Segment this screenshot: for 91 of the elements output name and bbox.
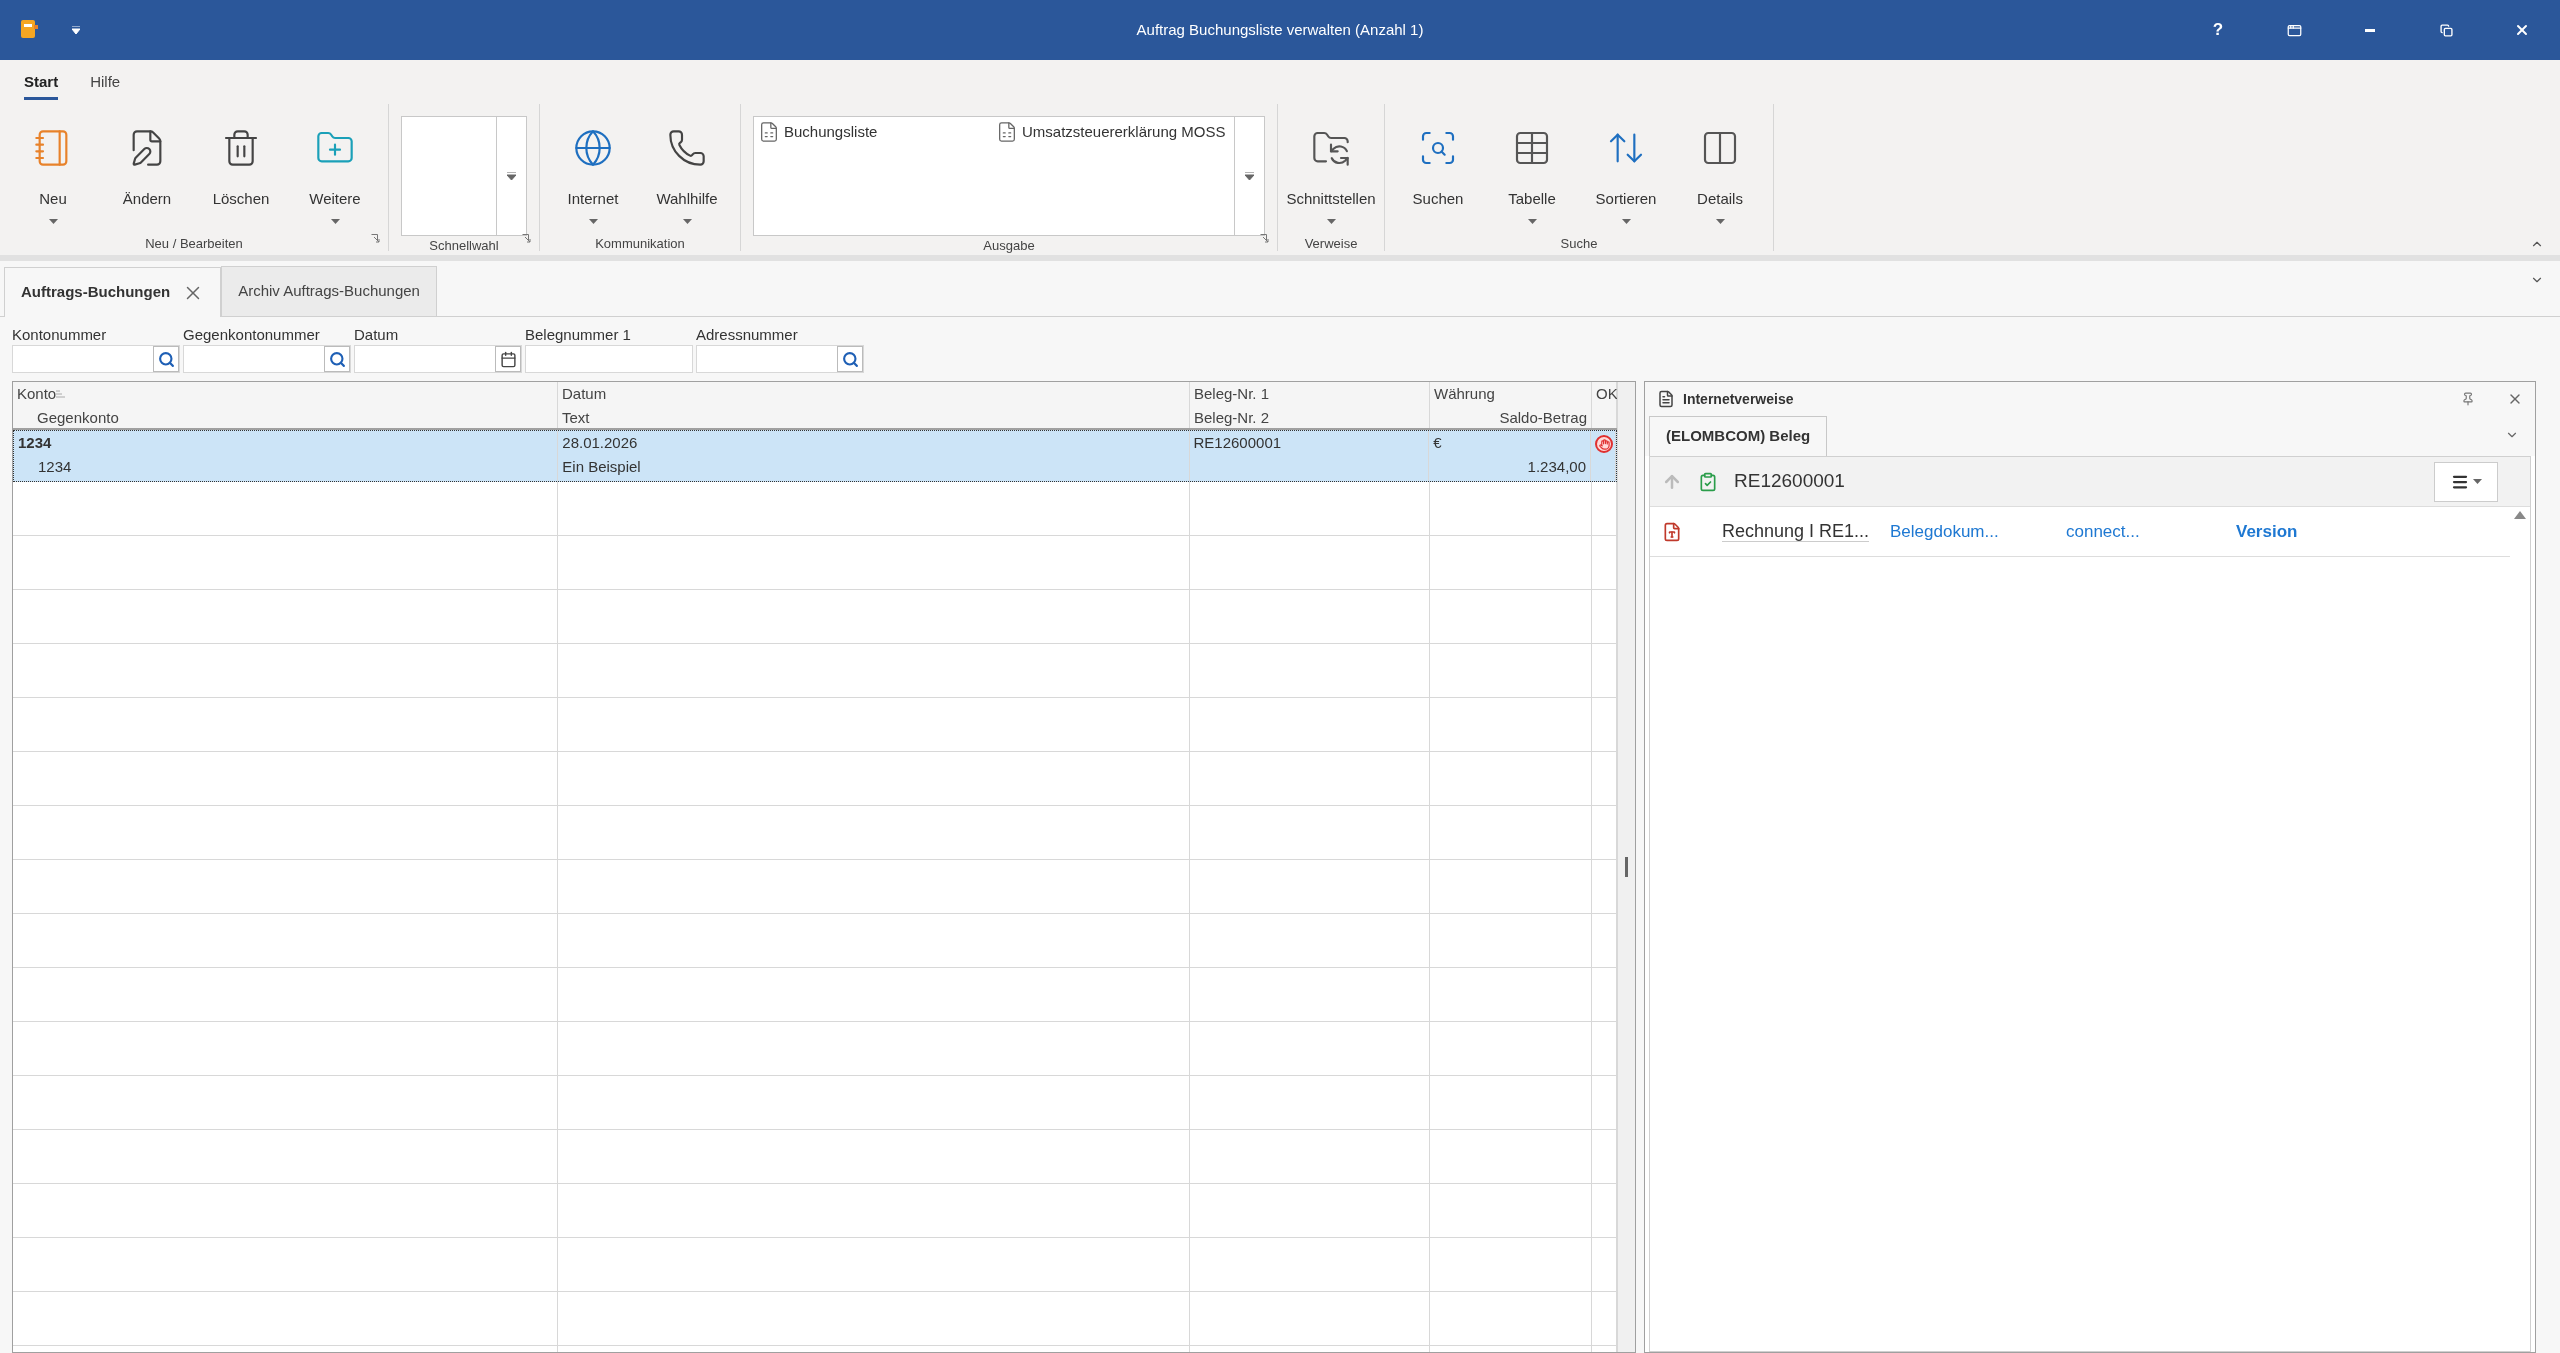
link[interactable]: Belegdokum... <box>1890 521 1999 541</box>
quick-access-caret-icon[interactable] <box>72 26 80 34</box>
filter-field[interactable] <box>525 345 693 373</box>
caret-icon <box>1527 218 1537 224</box>
globe-icon <box>573 128 613 168</box>
record-number: RE12600001 <box>1734 469 1845 494</box>
panel-tab[interactable]: (ELOMBCOM) Beleg <box>1649 416 1828 456</box>
ribbon-button[interactable]: Wahlhilfe <box>646 116 728 234</box>
splitter-handle[interactable] <box>1625 857 1628 877</box>
dialog-launcher-icon[interactable] <box>1260 234 1269 243</box>
search-icon[interactable] <box>841 350 859 368</box>
search-icon[interactable] <box>328 350 346 368</box>
document-title: Rechnung I RE1... <box>1722 521 1870 542</box>
filter-label: Adressnummer <box>696 325 799 345</box>
table-cell-text: € <box>1433 433 1443 453</box>
column-header[interactable]: Beleg-Nr. 1 <box>1194 382 1270 406</box>
ribbon-button[interactable]: Weitere <box>294 116 376 234</box>
filter-label: Datum <box>354 325 400 345</box>
ribbon-button[interactable]: Neu <box>12 116 94 234</box>
group-label: Ausgabe <box>983 237 1035 255</box>
ribbon-tab[interactable]: Hilfe <box>90 70 121 100</box>
table-cell-text: Ein Beispiel <box>562 457 642 477</box>
column-header[interactable]: Saldo-Betrag <box>1499 406 1587 430</box>
caret-icon <box>48 218 58 224</box>
column-header[interactable]: Text <box>562 406 1185 430</box>
table-cell-text: 28.01.2026 <box>562 433 639 453</box>
minimize-icon <box>2365 28 2375 32</box>
ribbon-button[interactable]: Details <box>1679 116 1761 234</box>
gallery-item[interactable]: Umsatzsteuererklärung MOSS <box>996 121 1226 144</box>
scroll-down-icon[interactable] <box>1245 172 1254 180</box>
filter-field[interactable] <box>183 345 351 373</box>
scroll-down-icon[interactable] <box>507 172 516 180</box>
column-header[interactable]: Währung <box>1434 382 1495 406</box>
ribbon-button[interactable]: Löschen <box>200 116 282 234</box>
filter-field[interactable] <box>696 345 864 373</box>
table-cell-text: 1234 <box>18 433 53 453</box>
help-button[interactable]: ? <box>2180 0 2256 60</box>
restore-icon <box>2439 23 2453 37</box>
panel-title: Internetverweise <box>1683 389 1794 409</box>
group-label: Schnellwahl <box>429 237 499 255</box>
table-row[interactable]: 1234 1234 28.01.2026 Ein Beispiel RE12600001 € 1.234,00 <box>13 430 1617 482</box>
spreadsheet-document-icon <box>758 121 780 143</box>
link[interactable]: Version <box>2236 521 2298 541</box>
close-icon <box>2514 22 2530 38</box>
group-label: Neu / Bearbeiten <box>145 235 243 253</box>
ribbon-button[interactable]: Ändern <box>106 116 188 234</box>
phone-icon <box>667 128 707 168</box>
pin-icon[interactable] <box>2461 392 2475 406</box>
caret-icon <box>1326 218 1336 224</box>
clipboard-check-icon[interactable] <box>1698 471 1718 492</box>
stop-hand-icon <box>1595 435 1613 453</box>
filter-field[interactable] <box>354 345 522 373</box>
group-label: Verweise <box>1304 235 1358 253</box>
column-header[interactable]: Gegenkonto <box>17 406 553 430</box>
caret-icon <box>330 218 340 224</box>
ribbon-button[interactable]: Suchen <box>1397 116 1479 234</box>
dialog-launcher-icon[interactable] <box>522 234 531 243</box>
column-header[interactable]: Konto <box>17 382 57 406</box>
app-icon[interactable] <box>20 19 40 41</box>
table-cell-text: RE12600001 <box>1193 433 1283 453</box>
dialog-launcher-icon[interactable] <box>371 234 380 243</box>
column-header[interactable]: Datum <box>562 382 607 406</box>
link[interactable]: connect... <box>2066 521 2140 541</box>
filter-field[interactable] <box>12 345 180 373</box>
table-cell-text: 1.234,00 <box>1527 457 1586 477</box>
caret-icon <box>682 218 692 224</box>
search-icon[interactable] <box>157 350 175 368</box>
table-cell-text: 1234 <box>37 457 73 477</box>
calendar-icon[interactable] <box>499 350 517 368</box>
ribbon-button[interactable]: Internet <box>552 116 634 234</box>
document-tab[interactable]: Archiv Auftrags-Buchungen <box>221 266 437 316</box>
column-header[interactable]: Beleg-Nr. 2 <box>1194 406 1425 430</box>
filter-label: Gegenkontonummer <box>183 325 321 345</box>
caret-icon <box>2472 479 2482 484</box>
ribbon-tab[interactable]: Start <box>24 70 59 100</box>
filter-label: Belegnummer 1 <box>525 325 632 345</box>
document-tab[interactable]: Auftrags-Buchungen <box>4 267 222 317</box>
column-header[interactable]: OK <box>1596 382 1617 406</box>
ribbon-button[interactable]: Tabelle <box>1491 116 1573 234</box>
menu-button[interactable] <box>2434 461 2498 502</box>
ribbon-button[interactable]: Sortieren <box>1585 116 1667 234</box>
spreadsheet-document-icon <box>996 121 1018 143</box>
caret-icon <box>1621 218 1631 224</box>
filter-label: Kontonummer <box>12 325 108 345</box>
caret-icon <box>1715 218 1725 224</box>
group-label: Suche <box>1560 235 1598 253</box>
gallery-item[interactable]: Buchungsliste <box>758 121 988 144</box>
caret-icon <box>588 218 598 224</box>
scroll-up-icon[interactable] <box>2514 511 2526 519</box>
window-title: Auftrag Buchungsliste verwalten (Anzahl 1) <box>1136 19 1424 40</box>
group-label: Kommunikation <box>595 235 685 253</box>
